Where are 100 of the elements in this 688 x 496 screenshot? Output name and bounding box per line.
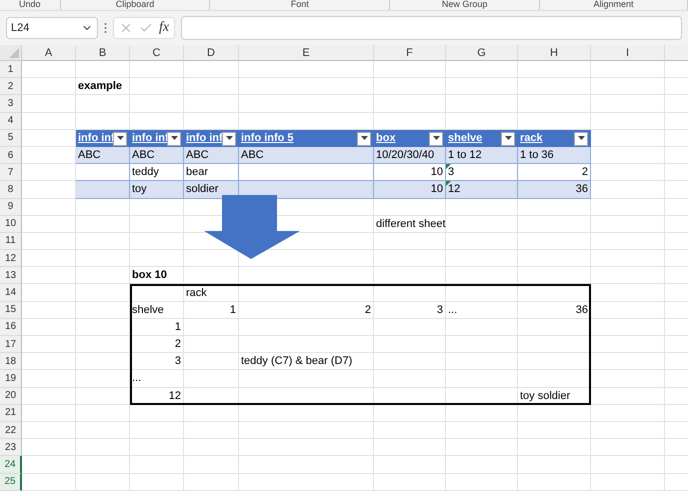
- row-header[interactable]: 23: [0, 439, 22, 456]
- filter-button[interactable]: [574, 132, 588, 146]
- grid-cell: [446, 370, 518, 388]
- cell-text: ABC: [186, 149, 209, 162]
- dropdown-caret-icon: [116, 136, 124, 142]
- filter-button[interactable]: [357, 132, 371, 146]
- row-header[interactable]: 20: [0, 388, 22, 405]
- column-header[interactable]: I: [591, 45, 665, 61]
- row-header[interactable]: 8: [0, 181, 22, 198]
- dropdown-caret-icon: [226, 136, 232, 142]
- filter-button[interactable]: [501, 132, 515, 146]
- insert-function-button[interactable]: fx: [159, 20, 170, 36]
- grid-cell: [22, 95, 76, 113]
- grid-cell: [22, 404, 76, 422]
- grid-cell: [446, 336, 518, 354]
- cell-text: different sheet: [376, 218, 446, 230]
- column-header[interactable]: F: [374, 45, 446, 61]
- row-header[interactable]: 3: [0, 95, 22, 113]
- cell-text: ...: [132, 372, 142, 384]
- grid-cell: [22, 198, 76, 216]
- grid-cell: [22, 302, 76, 319]
- grid-cell: [22, 250, 76, 268]
- cell-text: 12: [168, 390, 181, 402]
- cell-text: 2: [364, 304, 371, 316]
- filter-button[interactable]: [167, 132, 181, 146]
- column-header[interactable]: G: [446, 45, 518, 61]
- row-header[interactable]: 4: [0, 112, 22, 130]
- row-header[interactable]: 22: [0, 422, 22, 440]
- header-text: shelve: [448, 132, 482, 144]
- cell-text: 2: [582, 166, 588, 178]
- column-header[interactable]: E: [239, 45, 374, 61]
- grid-cell: [22, 370, 76, 388]
- grid-cell: [130, 422, 184, 440]
- column-header[interactable]: D: [184, 45, 239, 61]
- row-header[interactable]: 2: [0, 78, 22, 96]
- row-header[interactable]: 15: [0, 302, 22, 319]
- grid-cell: [130, 216, 184, 233]
- ribbon-group-label: Font: [210, 0, 390, 10]
- grid-cell: [130, 198, 184, 216]
- row-header[interactable]: 14: [0, 284, 22, 302]
- grid-cell: [184, 61, 239, 78]
- cell-text: 2: [174, 338, 181, 350]
- row-header[interactable]: 12: [0, 250, 22, 268]
- row-header[interactable]: 10: [0, 216, 22, 233]
- header-text: info info 5: [241, 132, 294, 144]
- cell-text: teddy (C7) & bear (D7): [241, 355, 352, 368]
- grid-cell: [22, 353, 76, 370]
- row-header[interactable]: 18: [0, 353, 22, 370]
- filter-button[interactable]: [429, 132, 443, 146]
- name-box[interactable]: L24: [6, 17, 98, 39]
- row-header[interactable]: 19: [0, 370, 22, 388]
- grid-cell: [76, 336, 130, 354]
- row-header[interactable]: 7: [0, 164, 22, 182]
- formula-input-field[interactable]: [181, 16, 682, 40]
- grid-cell: [22, 422, 76, 440]
- grid-cell: [374, 370, 446, 388]
- cell-text: toy: [132, 183, 147, 196]
- grid-cell: [22, 267, 76, 284]
- grid-cell: [374, 95, 446, 113]
- row-header[interactable]: 5: [0, 130, 22, 147]
- grid-cell: [446, 78, 518, 96]
- grid-cell: [184, 422, 239, 440]
- row-header[interactable]: 9: [0, 198, 22, 216]
- grid-cell: [76, 284, 130, 302]
- grid-cell: [22, 388, 76, 405]
- grid-cell: [446, 232, 518, 250]
- row-header[interactable]: 11: [0, 232, 22, 250]
- grid-cell: [446, 474, 518, 491]
- row-header[interactable]: 21: [0, 404, 22, 422]
- column-header[interactable]: H: [518, 45, 591, 61]
- grid-cell: [446, 250, 518, 268]
- cell-text: toy soldier: [520, 390, 570, 402]
- ribbon-group-label: Alignment: [540, 0, 688, 10]
- filter-button[interactable]: [113, 132, 127, 146]
- grid-cell: [446, 353, 518, 370]
- dropdown-caret-icon: [360, 136, 368, 142]
- column-header[interactable]: B: [76, 45, 130, 61]
- cell-text: soldier: [186, 183, 218, 196]
- row-header[interactable]: 25: [0, 474, 22, 491]
- row-header[interactable]: 13: [0, 267, 22, 284]
- cell-text: ABC: [241, 149, 264, 162]
- grid-cell: [130, 404, 184, 422]
- column-header[interactable]: A: [22, 45, 76, 61]
- cell-text: box 10: [132, 269, 167, 282]
- header-text: rack: [520, 132, 543, 144]
- row-header[interactable]: 6: [0, 146, 22, 164]
- grid-cell: [130, 456, 184, 474]
- column-header[interactable]: C: [130, 45, 184, 61]
- ribbon-group-label: Undo: [0, 0, 61, 10]
- header-text: box: [376, 132, 396, 144]
- row-header[interactable]: 1: [0, 61, 22, 78]
- row-header[interactable]: 17: [0, 336, 22, 354]
- grid-cell: [76, 353, 130, 370]
- grid-cell: [22, 318, 76, 336]
- filter-button[interactable]: [222, 132, 236, 146]
- row-header[interactable]: 16: [0, 318, 22, 336]
- row-header[interactable]: 24: [0, 456, 22, 474]
- cell-text: shelve: [132, 304, 164, 316]
- grid-cell: [76, 439, 130, 456]
- grid-cell: [76, 474, 130, 491]
